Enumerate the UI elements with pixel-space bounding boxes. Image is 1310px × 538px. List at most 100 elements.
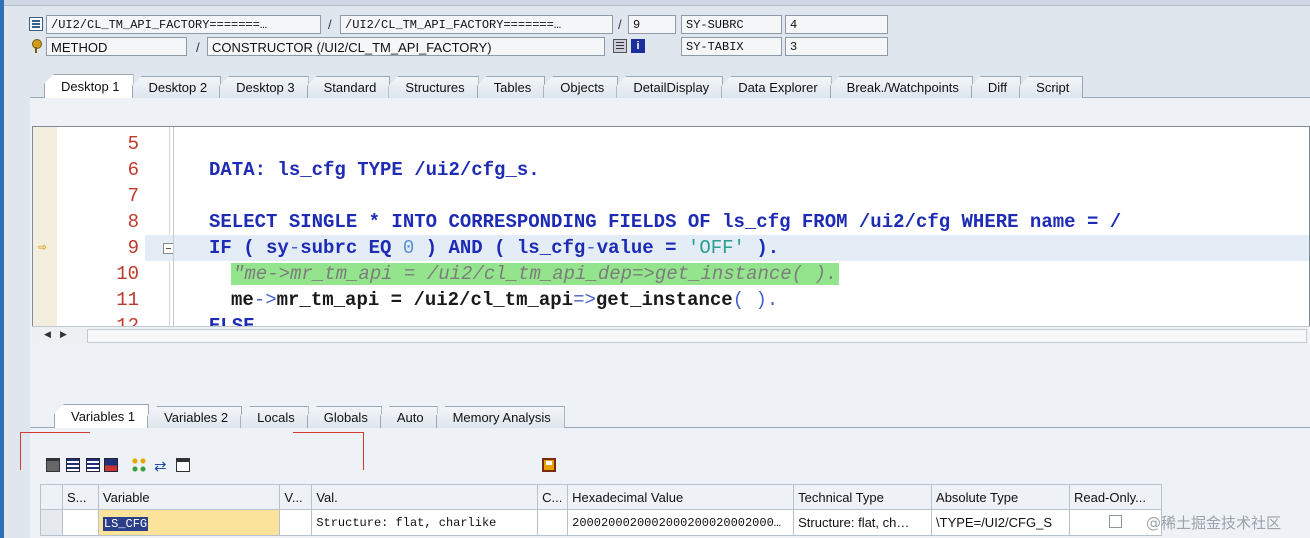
code-keyword: DATA: (209, 159, 267, 181)
separator: / (196, 40, 200, 55)
code-op: => (573, 289, 596, 311)
watermark: @稀土掘金技术社区 (1146, 514, 1282, 532)
code-op: ( ). (732, 289, 779, 311)
cell-technical-type: Structure: flat, ch… (793, 509, 933, 536)
tabix-label: SY-TABIX (681, 37, 782, 56)
column-header[interactable]: Hexadecimal Value (567, 484, 795, 510)
column-header[interactable]: Val. (311, 484, 539, 510)
cell-status (61, 509, 99, 536)
event-name-field[interactable]: CONSTRUCTOR (/UI2/CL_TM_API_FACTORY) (207, 37, 605, 56)
column-header[interactable]: C... (537, 484, 569, 510)
cell-hex[interactable]: 2000200020002000200020002000… (567, 509, 795, 536)
tab-detaildisplay[interactable]: DetailDisplay (616, 76, 724, 98)
code-text: ) AND ( ls_cfg (414, 237, 586, 259)
source-code-editor[interactable]: 5 6 DATA: ls_cfg TYPE /ui2/cfg_s. 7 8 SE… (32, 126, 1310, 344)
settings-folder-icon[interactable] (176, 458, 190, 472)
scroll-left-icon[interactable]: ◀ (44, 329, 51, 340)
transfer-icon[interactable]: ⇄ (154, 457, 168, 475)
hierarchy-icon[interactable] (132, 458, 146, 472)
code-op: -> (253, 289, 277, 311)
row-selector[interactable] (40, 509, 63, 536)
code-text: mr_tm_api = /ui2/cl_tm_api (276, 289, 574, 311)
tab-data-explorer[interactable]: Data Explorer (721, 76, 832, 98)
tab-desktop-1[interactable]: Desktop 1 (44, 74, 134, 98)
table-row: LS_CFG Structure: flat, charlike 2000200… (40, 509, 1163, 536)
source-display-icon[interactable] (613, 39, 627, 53)
line-number: 10 (116, 263, 139, 285)
tab-structures[interactable]: Structures (388, 76, 479, 98)
tab-locals[interactable]: Locals (240, 406, 309, 428)
tabix-value[interactable]: 3 (785, 37, 888, 56)
column-header[interactable]: Technical Type (793, 484, 933, 510)
code-text: subrc EQ (300, 237, 403, 259)
cell-v (279, 509, 313, 536)
code-text: ls_cfg TYPE /ui2/cfg_s. (266, 159, 540, 181)
line-number: 9 (127, 237, 139, 259)
variables-grid: S... Variable V... Val. C... Hexadecimal… (40, 484, 1163, 536)
code-string: 'OFF' (687, 237, 745, 259)
horizontal-scrollbar[interactable]: ◀ ▶ (32, 326, 1310, 344)
variable-name: LS_CFG (102, 516, 149, 531)
scroll-thumb[interactable] (87, 329, 1307, 343)
current-statement-arrow-icon: ⇨ (38, 240, 47, 256)
code-text: ). (744, 237, 780, 259)
column-header[interactable]: Read-Only... (1068, 484, 1163, 510)
code-comment: "me->mr_tm_api = /ui2/cl_tm_api_dep=>get… (231, 263, 840, 285)
code-op: - (585, 237, 597, 259)
code-text: me (231, 289, 254, 311)
top-tabstrip: Desktop 1 Desktop 2 Desktop 3 Standard S… (44, 74, 1084, 98)
code-text: value = (596, 237, 688, 259)
info-icon[interactable]: i (631, 39, 645, 53)
code-text: get_instance (595, 289, 733, 311)
tab-desktop-2[interactable]: Desktop 2 (131, 76, 222, 98)
row-selector-header (40, 484, 63, 510)
table-save-icon[interactable] (104, 458, 118, 472)
tab-variables-1[interactable]: Variables 1 (54, 404, 150, 428)
column-header[interactable]: Variable (97, 484, 281, 510)
column-header[interactable]: V... (279, 484, 313, 510)
delete-icon[interactable] (46, 458, 60, 472)
separator: / (618, 17, 622, 32)
subrc-value[interactable]: 4 (785, 15, 888, 34)
tab-diff[interactable]: Diff (970, 76, 1022, 98)
table-insert-icon[interactable] (66, 458, 80, 472)
code-number: 0 (402, 237, 415, 259)
separator: / (328, 17, 332, 32)
bottom-tabstrip: Variables 1 Variables 2 Locals Globals A… (54, 404, 565, 428)
include-field[interactable]: /UI2/CL_TM_API_FACTORY=======… (340, 15, 613, 34)
line-number: 5 (127, 133, 139, 155)
line-number: 11 (116, 289, 139, 311)
code-text: IF ( sy (209, 237, 289, 259)
tab-memory-analysis[interactable]: Memory Analysis (435, 406, 565, 428)
event-type-field[interactable]: METHOD (46, 37, 187, 56)
readonly-checkbox[interactable] (1108, 514, 1122, 528)
code-op: - (288, 237, 301, 259)
save-icon[interactable] (542, 458, 556, 472)
tab-variables-2[interactable]: Variables 2 (147, 406, 243, 428)
line-number: 7 (127, 185, 139, 207)
tab-desktop-3[interactable]: Desktop 3 (219, 76, 309, 98)
cell-absolute-type[interactable]: \TYPE=/UI2/CFG_S (931, 509, 1070, 536)
method-icon (29, 39, 43, 53)
column-header[interactable]: Absolute Type (931, 484, 1070, 510)
line-number: 8 (127, 211, 139, 233)
program-field[interactable]: /UI2/CL_TM_API_FACTORY=======… (46, 15, 321, 34)
scroll-right-icon[interactable]: ▶ (60, 329, 67, 340)
tab-standard[interactable]: Standard (306, 76, 391, 98)
cell-variable[interactable]: LS_CFG (97, 509, 281, 536)
table-append-icon[interactable] (86, 458, 100, 472)
program-icon (29, 17, 43, 31)
tab-break-watchpoints[interactable]: Break./Watchpoints (829, 76, 973, 98)
subrc-label: SY-SUBRC (681, 15, 782, 34)
cell-c (537, 509, 569, 536)
tab-auto[interactable]: Auto (379, 406, 438, 428)
line-number: 6 (127, 159, 139, 181)
column-header[interactable]: S... (61, 484, 99, 510)
tab-objects[interactable]: Objects (543, 76, 619, 98)
tab-tables[interactable]: Tables (476, 76, 546, 98)
tab-globals[interactable]: Globals (306, 406, 382, 428)
cell-value[interactable]: Structure: flat, charlike (311, 509, 539, 536)
line-field[interactable]: 9 (628, 15, 676, 34)
code-text: SELECT SINGLE * INTO CORRESPONDING FIELD… (209, 211, 1122, 233)
tab-script[interactable]: Script (1019, 76, 1084, 98)
